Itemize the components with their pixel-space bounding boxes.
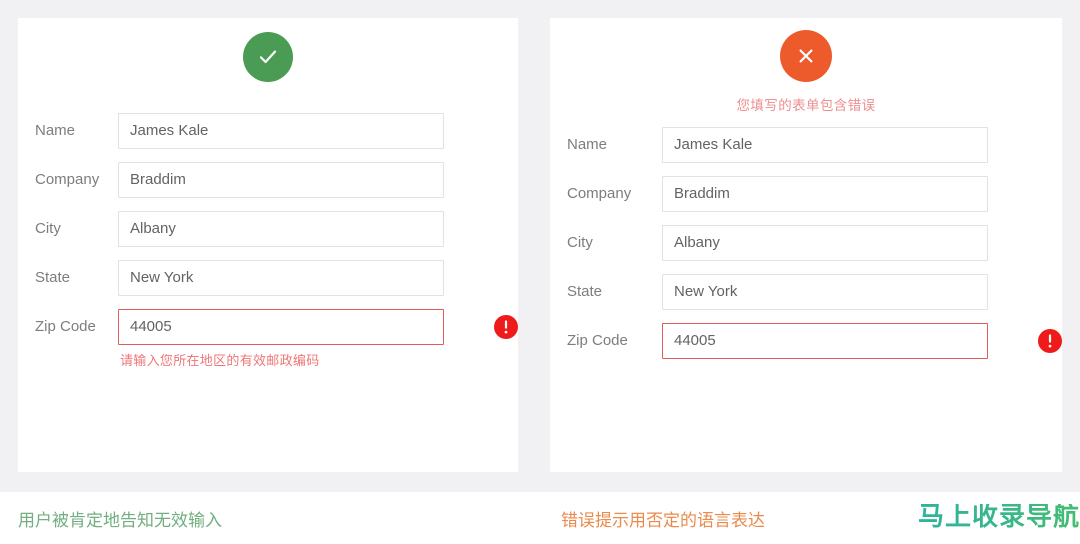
state-input[interactable]: New York <box>118 260 444 296</box>
form-row-state: State New York <box>550 273 1062 310</box>
company-input[interactable]: Braddim <box>118 162 444 198</box>
field-label-name: Name <box>567 135 608 153</box>
field-label-state: State <box>35 269 71 286</box>
form-row-zipcode: Zip Code 44005 请输入您所在地区的有效邮政编码 <box>18 309 518 367</box>
field-label-state: State <box>567 282 603 300</box>
form-level-notice-bad: 您填写的表单包含错误 <box>736 98 876 113</box>
form-bad: Name James Kale Company Braddim City Alb… <box>550 126 1062 368</box>
form-row-company: Company Braddim <box>18 162 518 198</box>
city-input[interactable]: Albany <box>662 224 988 261</box>
field-col-name: James Kale <box>118 113 518 149</box>
form-row-state: State New York <box>18 260 518 296</box>
form-row-zipcode: Zip Code 44005 <box>550 322 1062 368</box>
name-input[interactable]: James Kale <box>662 126 988 163</box>
city-input[interactable]: Albany <box>118 211 444 247</box>
caption-good-example: 用户被肯定地告知无效输入 <box>18 511 222 530</box>
field-col-company: Braddim <box>662 175 1062 212</box>
panel-slot-bad: 您填写的表单包含错误 Name James Kale Company Bradd… <box>540 0 1080 492</box>
zipcode-error-message: 请输入您所在地区的有效邮政编码 <box>120 353 320 368</box>
field-label-city: City <box>567 233 593 251</box>
form-row-name: Name James Kale <box>18 113 518 149</box>
exclamation-circle-icon <box>494 315 518 339</box>
field-col-city: Albany <box>118 211 518 247</box>
field-label-company: Company <box>567 184 632 202</box>
x-circle-icon <box>780 30 832 82</box>
field-label-zipcode: Zip Code <box>35 318 96 335</box>
field-label-company: Company <box>35 171 100 188</box>
panels-container: Name James Kale Company Braddim City Alb… <box>0 0 1080 492</box>
zipcode-input[interactable]: 44005 <box>662 322 988 359</box>
screenshot-root: Name James Kale Company Braddim City Alb… <box>0 0 1080 544</box>
form-card-bad: 您填写的表单包含错误 Name James Kale Company Bradd… <box>550 18 1062 472</box>
state-input[interactable]: New York <box>662 273 988 310</box>
field-col-name: James Kale <box>662 126 1062 163</box>
zipcode-input[interactable]: 44005 <box>118 309 444 345</box>
check-circle-icon <box>243 32 293 82</box>
field-col-zipcode: 44005 <box>662 322 1015 368</box>
form-row-city: City Albany <box>18 211 518 247</box>
status-emblem-area-good <box>18 18 518 82</box>
field-col-zipcode: 44005 请输入您所在地区的有效邮政编码 <box>118 309 471 367</box>
field-label-city: City <box>35 220 61 237</box>
captions-strip: 用户被肯定地告知无效输入 错误提示用否定的语言表达 马上收录导航 <box>0 492 1080 544</box>
form-good: Name James Kale Company Braddim City Alb… <box>18 113 518 367</box>
field-col-city: Albany <box>662 224 1062 261</box>
field-col-company: Braddim <box>118 162 518 198</box>
field-col-state: New York <box>662 273 1062 310</box>
status-emblem-area-bad <box>550 18 1062 82</box>
field-label-name: Name <box>35 122 76 139</box>
site-watermark: 马上收录导航 <box>917 502 1080 532</box>
company-input[interactable]: Braddim <box>662 175 988 212</box>
form-card-good: Name James Kale Company Braddim City Alb… <box>18 18 518 472</box>
exclamation-circle-icon <box>1038 328 1062 353</box>
panel-slot-good: Name James Kale Company Braddim City Alb… <box>0 0 540 492</box>
field-label-zipcode: Zip Code <box>567 331 628 349</box>
caption-bad-example: 错误提示用否定的语言表达 <box>561 511 765 530</box>
name-input[interactable]: James Kale <box>118 113 444 149</box>
form-row-name: Name James Kale <box>550 126 1062 163</box>
comparison-stage: Name James Kale Company Braddim City Alb… <box>0 0 1080 492</box>
form-row-company: Company Braddim <box>550 175 1062 212</box>
field-col-state: New York <box>118 260 518 296</box>
form-row-city: City Albany <box>550 224 1062 261</box>
